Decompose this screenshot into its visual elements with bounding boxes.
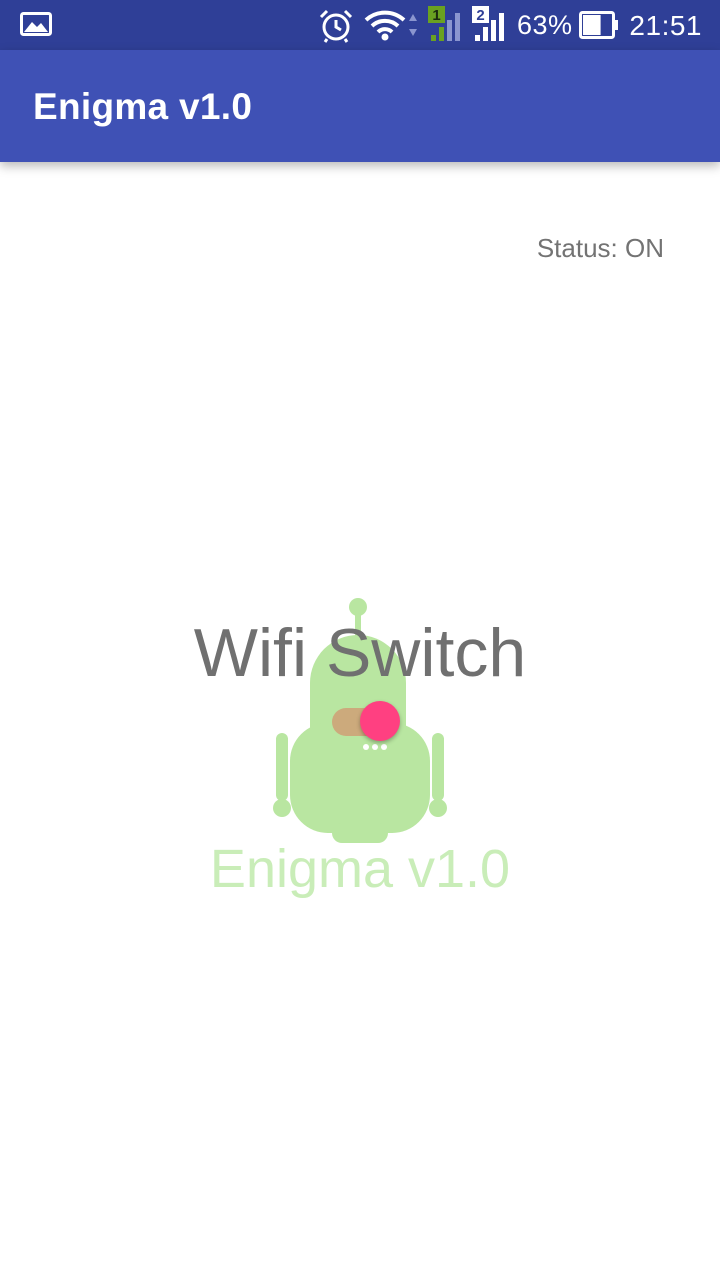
status-bar: 1 2 63% 21:51: [0, 0, 720, 50]
sim2-signal-icon: 2: [472, 6, 504, 41]
battery-icon: [579, 11, 618, 39]
app-bar: Enigma v1.0: [0, 50, 720, 162]
battery-fill: [583, 15, 601, 35]
svg-text:1: 1: [432, 7, 440, 24]
svg-text:2: 2: [476, 7, 484, 24]
wifi-toggle-switch[interactable]: [328, 700, 404, 744]
clock: 21:51: [629, 10, 702, 41]
switch-thumb[interactable]: [360, 701, 400, 741]
sim1-signal-icon: 1: [428, 6, 460, 41]
alarm-icon: [319, 9, 353, 43]
battery-percent: 63%: [517, 10, 573, 40]
wifi-switch-heading: Wifi Switch: [193, 615, 527, 691]
app-title: Enigma v1.0: [33, 86, 253, 127]
svg-text:Enigma v1.0: Enigma v1.0: [210, 839, 510, 899]
image-icon: [20, 12, 52, 36]
status-text: Status: ON: [536, 233, 664, 263]
wifi-icon: [364, 10, 417, 41]
